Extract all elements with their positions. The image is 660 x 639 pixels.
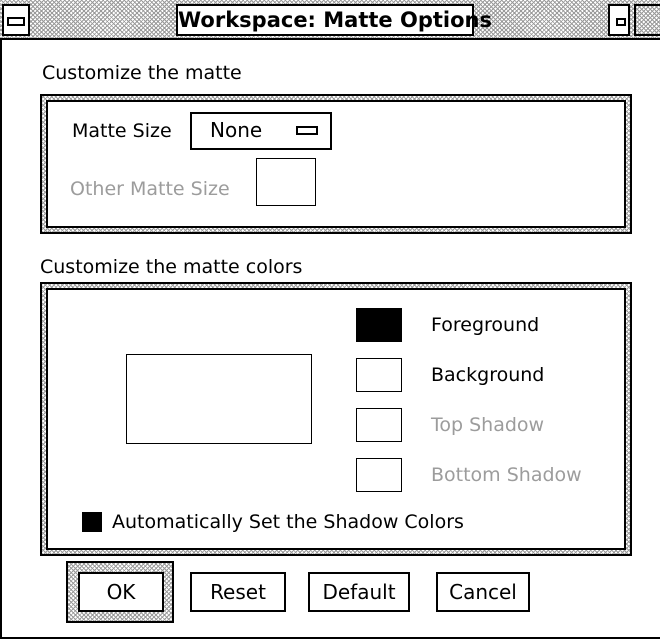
matte-preview [126,354,312,444]
matte-size-option-menu[interactable]: None [190,112,332,150]
window-left-border [0,40,2,639]
window-title: Workspace: Matte Options [176,4,492,36]
other-matte-size-label: Other Matte Size [70,178,230,200]
bottom-shadow-swatch[interactable] [356,458,402,492]
reset-button[interactable]: Reset [190,572,286,612]
cancel-button[interactable]: Cancel [436,572,530,612]
maximize-button[interactable] [634,4,660,36]
foreground-swatch[interactable] [356,308,402,342]
other-matte-size-field[interactable] [256,158,316,206]
title-bar[interactable]: Workspace: Matte Options [0,0,660,40]
window-menu-icon [7,17,25,26]
ok-button[interactable]: OK [78,572,164,612]
default-button[interactable]: Default [308,572,410,612]
top-shadow-label: Top Shadow [431,414,545,436]
matte-size-label: Matte Size [72,120,172,142]
background-label: Background [431,364,545,386]
foreground-label: Foreground [431,314,540,336]
minimize-icon [616,18,626,26]
auto-shadow-label: Automatically Set the Shadow Colors [112,511,464,533]
window-menu-button[interactable] [2,4,30,36]
minimize-button[interactable] [608,4,630,36]
bottom-shadow-label: Bottom Shadow [431,464,582,486]
background-swatch[interactable] [356,358,402,392]
colors-group-heading: Customize the matte colors [40,256,303,278]
option-menu-indicator-icon [296,126,318,135]
matte-group-heading: Customize the matte [42,62,242,84]
matte-group-frame [40,94,632,234]
top-shadow-swatch[interactable] [356,408,402,442]
auto-shadow-checkbox[interactable] [82,512,102,532]
matte-size-value: None [210,118,263,142]
